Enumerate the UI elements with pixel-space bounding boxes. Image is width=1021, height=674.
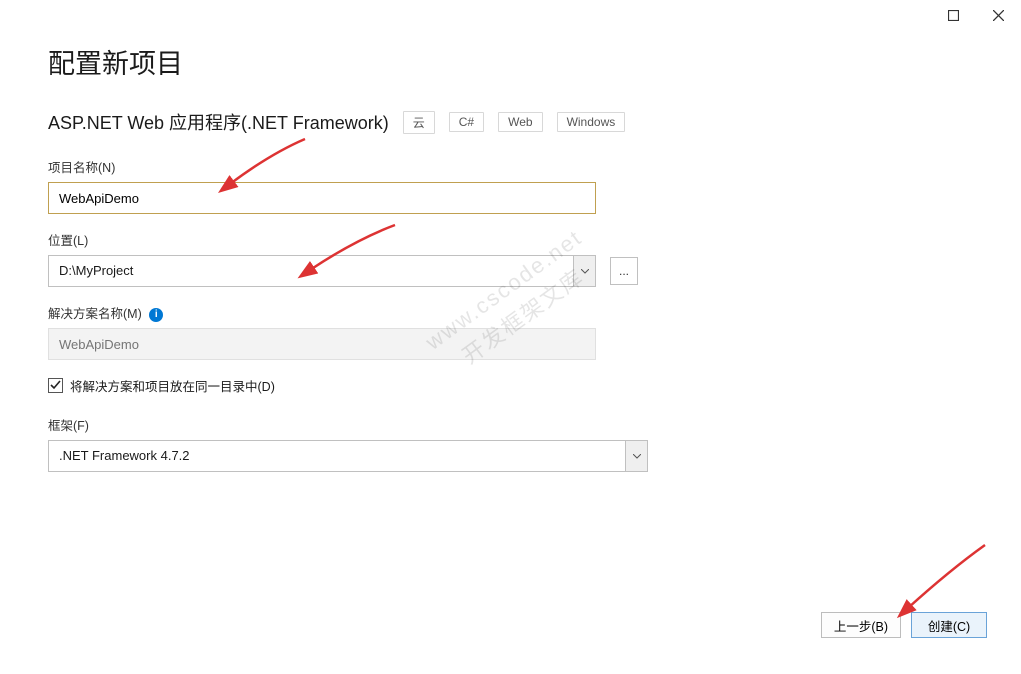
browse-button[interactable]: ... [610,257,638,285]
dialog-content: 配置新项目 ASP.NET Web 应用程序(.NET Framework) 云… [0,0,1021,472]
solution-name-label: 解决方案名称(M) i [48,303,973,322]
maximize-button[interactable] [931,0,976,30]
tag: 云 [403,111,435,134]
tag: C# [449,112,484,132]
tag: Web [498,112,542,132]
same-directory-checkbox[interactable]: 将解决方案和项目放在同一目录中(D) [48,376,973,395]
page-title: 配置新项目 [48,42,973,81]
framework-select[interactable]: .NET Framework 4.7.2 [48,440,648,472]
project-name-label: 项目名称(N) [48,157,973,176]
annotation-arrow [890,540,990,623]
location-label: 位置(L) [48,230,973,249]
tag: Windows [557,112,626,132]
info-icon: i [149,308,163,322]
project-name-input[interactable] [48,182,596,214]
framework-label: 框架(F) [48,415,973,434]
same-directory-label: 将解决方案和项目放在同一目录中(D) [70,376,275,395]
template-row: ASP.NET Web 应用程序(.NET Framework) 云 C# We… [48,109,973,135]
create-button[interactable]: 创建(C) [911,612,987,638]
close-button[interactable] [976,0,1021,30]
back-button[interactable]: 上一步(B) [821,612,901,638]
template-name: ASP.NET Web 应用程序(.NET Framework) [48,109,389,135]
dialog-footer: 上一步(B) 创建(C) [821,612,987,638]
window-titlebar [931,0,1021,30]
location-input[interactable]: D:\MyProject [48,255,596,287]
checkbox-icon [48,378,63,393]
solution-name-input [48,328,596,360]
